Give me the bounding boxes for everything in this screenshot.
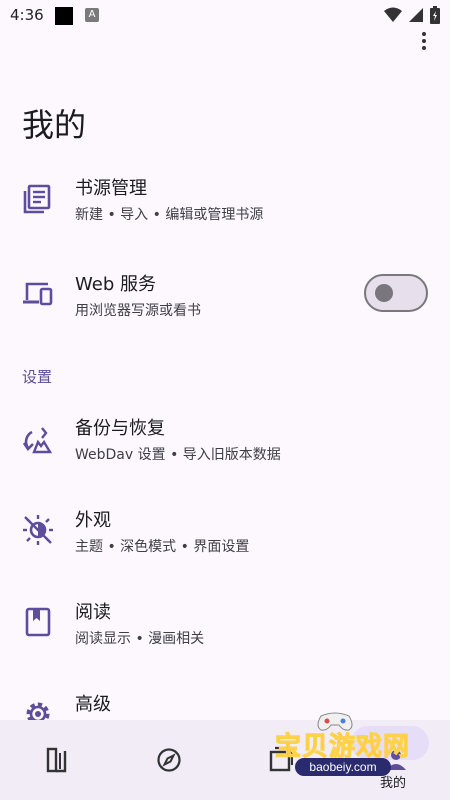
- gear-icon: [26, 702, 50, 720]
- settings-section-label: 设置: [22, 368, 53, 386]
- battery-icon: [430, 6, 440, 24]
- backup-restore-title: 备份与恢复: [75, 418, 165, 439]
- overflow-dot: [422, 46, 426, 50]
- devices-icon: [23, 282, 53, 306]
- book-source-title: 书源管理: [75, 178, 147, 199]
- reading-subtitle: 阅读显示 • 漫画相关: [75, 631, 205, 647]
- nav-bookshelf[interactable]: [12, 720, 102, 800]
- compass-icon: [157, 748, 181, 772]
- nav-discover[interactable]: [124, 720, 214, 800]
- list-document-icon: [23, 184, 51, 214]
- watermark-url: baobeiy.com: [295, 758, 391, 776]
- appearance-title: 外观: [75, 510, 111, 531]
- watermark-logo: 宝贝游戏网 baobeiy.com: [274, 708, 425, 780]
- appearance-subtitle: 主题 • 深色模式 • 界面设置: [75, 539, 250, 555]
- book-source-subtitle: 新建 • 导入 • 编辑或管理书源: [75, 207, 264, 223]
- advanced-title: 高级: [75, 694, 111, 715]
- reading-item[interactable]: 阅读 阅读显示 • 漫画相关: [0, 592, 450, 656]
- backup-restore-subtitle: WebDav 设置 • 导入旧版本数据: [75, 447, 281, 463]
- appearance-item[interactable]: 外观 主题 • 深色模式 • 界面设置: [0, 500, 450, 564]
- backup-restore-item[interactable]: 备份与恢复 WebDav 设置 • 导入旧版本数据: [0, 408, 450, 472]
- overflow-dot: [422, 32, 426, 36]
- toggle-thumb: [375, 284, 393, 302]
- status-icons: [384, 6, 440, 24]
- status-time: 4:36: [10, 6, 44, 24]
- status-bar: 4:36 A: [0, 0, 450, 32]
- notification-icon: [55, 7, 73, 25]
- web-service-toggle[interactable]: [364, 274, 428, 312]
- web-service-title: Web 服务: [75, 274, 156, 295]
- theme-icon: [23, 515, 53, 545]
- notification-a-icon: A: [85, 8, 99, 22]
- reading-title: 阅读: [75, 602, 111, 623]
- bookmark-book-icon: [25, 607, 51, 637]
- web-service-subtitle: 用浏览器写源或看书: [75, 303, 201, 319]
- book-source-item[interactable]: 书源管理 新建 • 导入 • 编辑或管理书源: [0, 168, 450, 238]
- signal-icon: [409, 8, 423, 22]
- overflow-dot: [422, 39, 426, 43]
- page-title: 我的: [22, 106, 87, 144]
- overflow-menu-button[interactable]: [416, 30, 432, 52]
- bookshelf-icon: [46, 747, 67, 773]
- wifi-icon: [384, 7, 402, 22]
- backup-restore-icon: [22, 427, 53, 454]
